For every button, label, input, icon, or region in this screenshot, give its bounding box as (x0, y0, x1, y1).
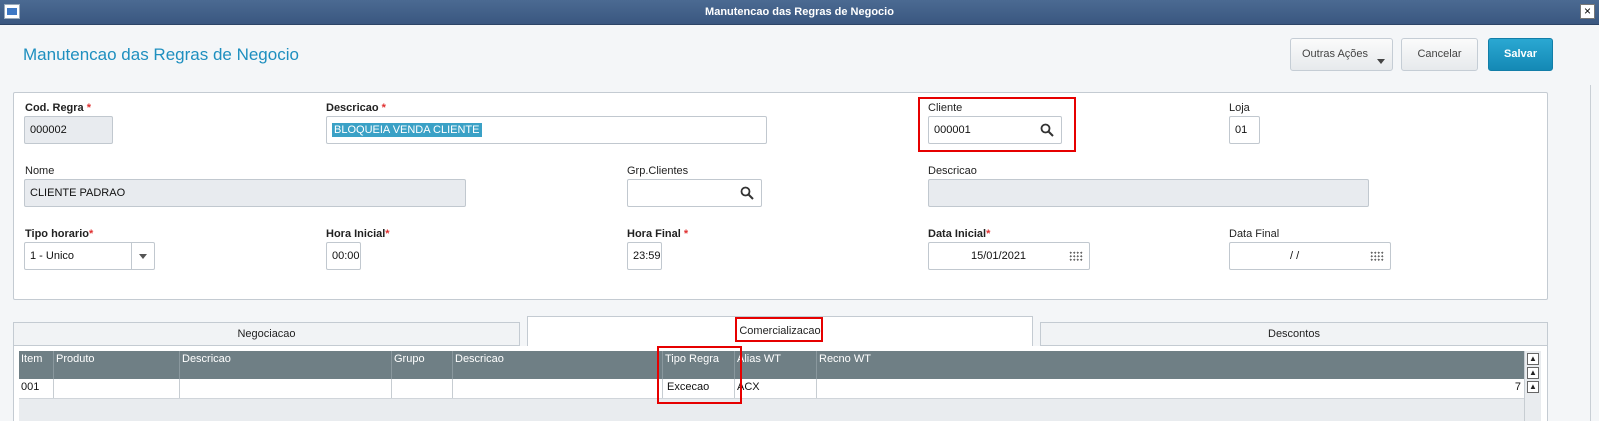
column-header-descricao-grupo[interactable]: Descricao (453, 351, 663, 379)
hora-inicial-field[interactable]: 00:00 (326, 242, 361, 270)
hora-inicial-label: Hora Inicial* (326, 228, 390, 240)
tipo-horario-value: 1 - Unico (30, 250, 75, 262)
column-header-item[interactable]: Item (19, 351, 54, 379)
scroll-page-up-icon[interactable]: ▲ (1527, 367, 1539, 379)
grid-header: Item Produto Descricao Grupo Descricao T… (19, 351, 1524, 379)
vertical-scrollbar[interactable] (1590, 85, 1599, 421)
window-titlebar: Manutencao das Regras de Negocio × (0, 0, 1599, 25)
column-header-produto[interactable]: Produto (54, 351, 180, 379)
highlight-cliente (918, 97, 1076, 152)
column-header-recno-wt[interactable]: Recno WT (817, 351, 1524, 379)
descricao-cliente-field[interactable] (928, 179, 1369, 207)
outras-acoes-label: Outras Ações (1302, 48, 1369, 60)
grp-clientes-label: Grp.Clientes (627, 165, 689, 177)
data-inicial-field[interactable]: 15/01/2021 (928, 242, 1090, 270)
data-inicial-value: 15/01/2021 (971, 250, 1027, 262)
cell-item[interactable]: 001 (19, 379, 54, 398)
scroll-top-icon[interactable]: ▲ (1527, 353, 1539, 365)
grid-scrollbar[interactable]: ▲ ▲ ▲ (1524, 351, 1541, 421)
window-title: Manutencao das Regras de Negocio (705, 6, 894, 18)
tab-descontos[interactable]: Descontos (1040, 322, 1548, 346)
nome-label: Nome (25, 165, 55, 177)
cell-produto[interactable] (54, 379, 180, 398)
cell-recno-wt[interactable]: 7 (817, 379, 1524, 398)
tipo-horario-label: Tipo horario* (25, 228, 94, 240)
calendar-icon[interactable] (1069, 251, 1083, 262)
data-final-label: Data Final (1229, 228, 1280, 240)
hora-final-label: Hora Final * (627, 228, 689, 240)
chevron-down-icon (1377, 59, 1385, 64)
highlight-comercializacao (735, 317, 823, 342)
nome-field[interactable]: CLIENTE PADRAO (24, 179, 466, 207)
hora-final-field[interactable]: 23:59 (627, 242, 662, 270)
right-margin (1553, 85, 1599, 421)
outras-acoes-button[interactable]: Outras Ações (1290, 38, 1393, 71)
cancel-button[interactable]: Cancelar (1401, 38, 1478, 71)
descricao-field[interactable]: BLOQUEIA VENDA CLIENTE (326, 116, 767, 144)
cell-alias-wt[interactable]: ACX (735, 379, 817, 398)
descricao-label: Descricao * (326, 102, 386, 114)
column-header-grupo[interactable]: Grupo (392, 351, 453, 379)
tab-negociacao[interactable]: Negociacao (13, 322, 520, 346)
chevron-down-icon[interactable] (131, 243, 154, 269)
data-inicial-label: Data Inicial* (928, 228, 991, 240)
table-row[interactable]: 001 Excecao ACX 7 (19, 379, 1524, 399)
cell-grupo[interactable] (392, 379, 453, 398)
cell-descricao-grupo[interactable] (453, 379, 663, 398)
scroll-up-icon[interactable]: ▲ (1527, 381, 1539, 393)
cod-regra-field[interactable]: 000002 (24, 116, 113, 144)
search-icon[interactable] (740, 186, 754, 200)
cell-descricao[interactable] (180, 379, 392, 398)
loja-label: Loja (1229, 102, 1250, 114)
descricao-cliente-label: Descricao (928, 165, 977, 177)
grp-clientes-field[interactable] (627, 179, 762, 207)
grid-empty-area (19, 399, 1524, 421)
highlight-tipo-regra (657, 346, 742, 404)
close-icon[interactable]: × (1580, 4, 1595, 19)
column-header-descricao[interactable]: Descricao (180, 351, 392, 379)
data-final-value: / / (1290, 250, 1300, 262)
cod-regra-label: Cod. Regra * (25, 102, 92, 114)
descricao-value: BLOQUEIA VENDA CLIENTE (332, 123, 482, 137)
column-header-alias-wt[interactable]: Alias WT (735, 351, 817, 379)
page-header: Manutencao das Regras de Negocio Outras … (0, 25, 1599, 85)
page-title: Manutencao das Regras de Negocio (23, 45, 299, 64)
calendar-icon[interactable] (1370, 251, 1384, 262)
tipo-horario-select[interactable]: 1 - Unico (24, 242, 155, 270)
data-final-field[interactable]: / / (1229, 242, 1391, 270)
save-button[interactable]: Salvar (1488, 38, 1553, 71)
loja-field[interactable]: 01 (1229, 116, 1260, 144)
